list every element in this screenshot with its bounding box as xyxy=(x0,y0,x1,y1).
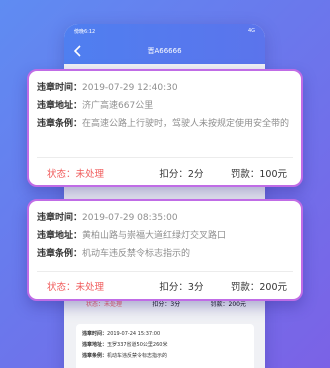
nav-bar: 晋A66666 xyxy=(64,38,265,64)
status-time: 傍晚6:12 xyxy=(74,28,96,35)
points-value: 扣分：3分 xyxy=(159,282,204,293)
page-title: 晋A66666 xyxy=(147,47,182,55)
violation-time-row: 违章时间：2019-07-29 12:40:30 xyxy=(37,83,178,93)
points-value: 扣分：2分 xyxy=(159,169,204,180)
violation-footer: 状态：未处理 扣分：2分 罚款：100元 xyxy=(47,166,287,180)
divider xyxy=(37,157,293,158)
violation-rule-row: 违章条例：机动车违反禁令标志指示的 xyxy=(37,249,191,259)
violation-time-row: 违章时间：2019-07-29 08:35:00 xyxy=(37,213,178,223)
record-card-small[interactable]: 违章时间：2019-07-24 15:37:00 违章地址：玉罗337省道50公… xyxy=(76,324,254,368)
app-header: 傍晚6:12 4G 晋A66666 xyxy=(64,24,265,64)
violation-card-1[interactable]: 违章时间：2019-07-29 12:40:30 违章地址：济广高速667公里 … xyxy=(27,69,303,187)
back-arrow-icon[interactable] xyxy=(74,45,82,57)
violation-footer: 状态：未处理 扣分：3分 罚款：200元 xyxy=(47,279,287,293)
status-badge: 状态：未处理 xyxy=(47,282,105,293)
violation-rule-row: 违章条例：在高速公路上行驶时，驾驶人未按规定使用安全带的 xyxy=(37,119,290,129)
divider xyxy=(37,271,293,272)
violation-place-row: 违章地址：黄柏山路与崇福大道红绿灯交叉路口 xyxy=(37,231,227,241)
status-badge: 状态：未处理 xyxy=(47,169,105,180)
violation-card-2[interactable]: 违章时间：2019-07-29 08:35:00 违章地址：黄柏山路与崇福大道红… xyxy=(27,199,303,301)
status-network: 4G xyxy=(247,28,255,34)
fine-value: 罚款：200元 xyxy=(230,282,287,293)
fine-value: 罚款：100元 xyxy=(230,169,287,180)
status-bar: 傍晚6:12 4G xyxy=(64,24,265,38)
violation-place-row: 违章地址：济广高速667公里 xyxy=(37,101,154,111)
